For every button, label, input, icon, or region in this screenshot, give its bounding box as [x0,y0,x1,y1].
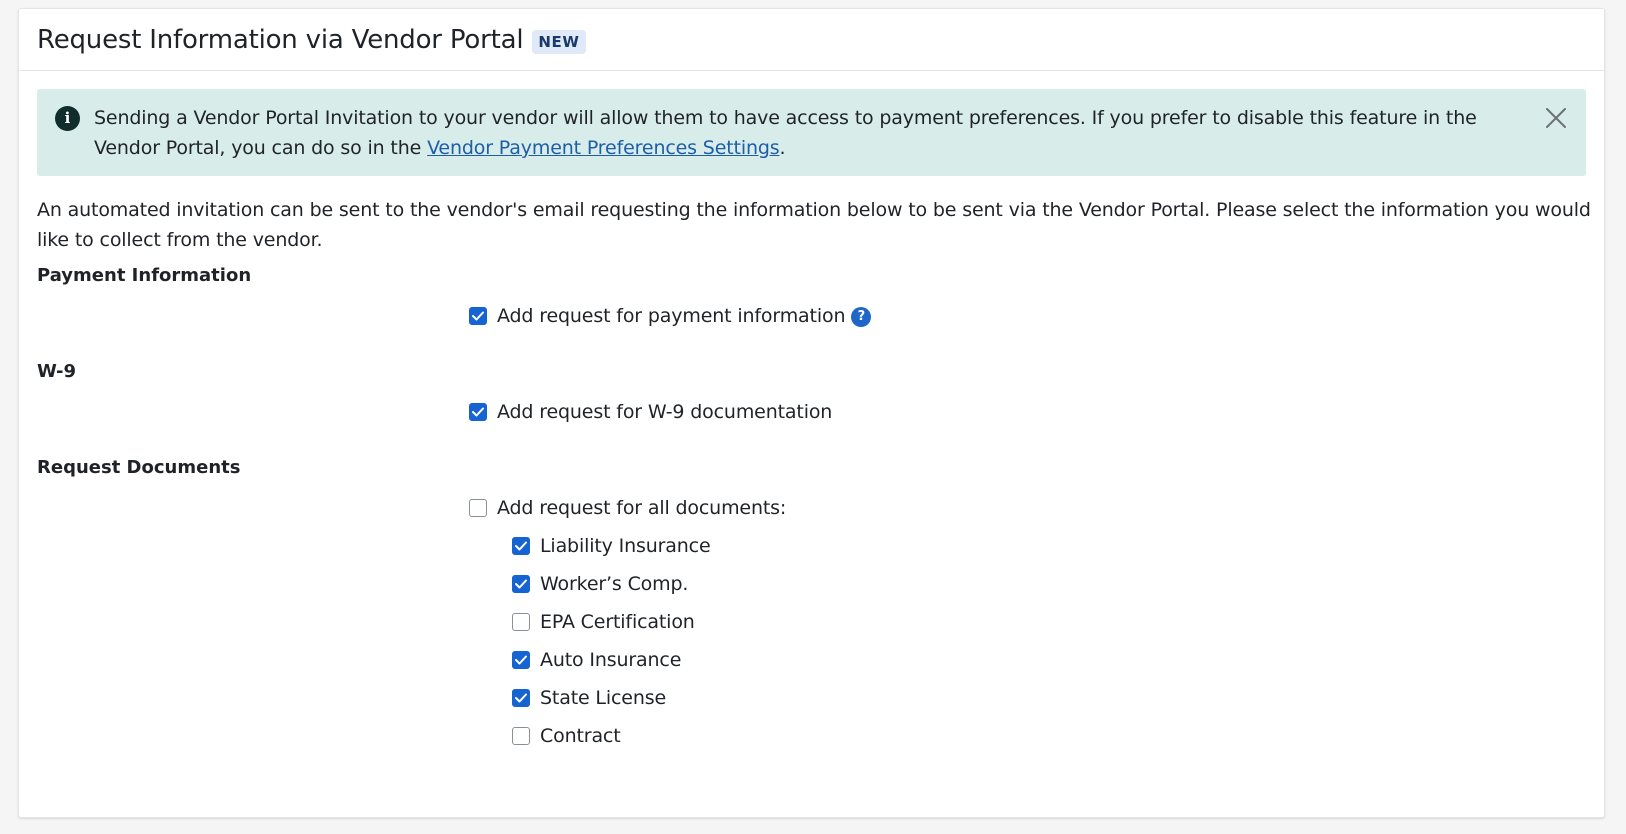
document-item-label: Liability Insurance [540,535,711,557]
close-icon[interactable] [1544,106,1568,130]
document-item-label: EPA Certification [540,611,695,633]
document-item-label: Contract [540,725,621,747]
w9-checkbox-row[interactable]: Add request for W-9 documentation [469,401,832,423]
document-item-label: Auto Insurance [540,649,682,671]
intro-text: An automated invitation can be sent to t… [37,199,1591,251]
new-badge: NEW [532,29,586,54]
documents-section-label: Request Documents [37,457,241,478]
request-info-card: Request Information via Vendor Portal NE… [18,8,1605,818]
w9-checkbox-label: Add request for W-9 documentation [497,401,833,423]
epa-certification-checkbox[interactable] [512,613,530,631]
contract-checkbox[interactable] [512,727,530,745]
liability-insurance-checkbox[interactable] [512,537,530,555]
payment-info-checkbox-label: Add request for payment information [497,305,846,327]
w9-section-label: W-9 [37,361,77,382]
payment-section-label: Payment Information [37,265,252,286]
workers-comp-checkbox[interactable] [512,575,530,593]
document-item-liability-insurance[interactable]: Liability Insurance [512,535,711,557]
card-header: Request Information via Vendor Portal NE… [19,9,1604,71]
info-alert: i Sending a Vendor Portal Invitation to … [37,89,1586,176]
page-title: Request Information via Vendor Portal [37,24,524,55]
document-item-workers-comp[interactable]: Worker’s Comp. [512,573,688,595]
all-documents-checkbox-row[interactable]: Add request for all documents: [469,497,786,519]
payment-info-checkbox[interactable] [469,307,487,325]
info-icon: i [55,106,80,131]
w9-checkbox[interactable] [469,403,487,421]
payment-info-checkbox-row[interactable]: Add request for payment information ? [469,305,872,327]
help-icon[interactable]: ? [851,307,872,327]
document-item-label: Worker’s Comp. [540,573,689,595]
all-documents-checkbox[interactable] [469,499,487,517]
state-license-checkbox[interactable] [512,689,530,707]
document-item-auto-insurance[interactable]: Auto Insurance [512,649,681,671]
document-item-contract[interactable]: Contract [512,725,621,747]
all-documents-checkbox-label: Add request for all documents: [497,497,787,519]
vendor-payment-preferences-link[interactable]: Vendor Payment Preferences Settings [427,137,780,159]
document-item-state-license[interactable]: State License [512,687,666,709]
document-item-epa-certification[interactable]: EPA Certification [512,611,695,633]
auto-insurance-checkbox[interactable] [512,651,530,669]
alert-message: Sending a Vendor Portal Invitation to yo… [94,107,1477,159]
document-item-label: State License [540,687,667,709]
